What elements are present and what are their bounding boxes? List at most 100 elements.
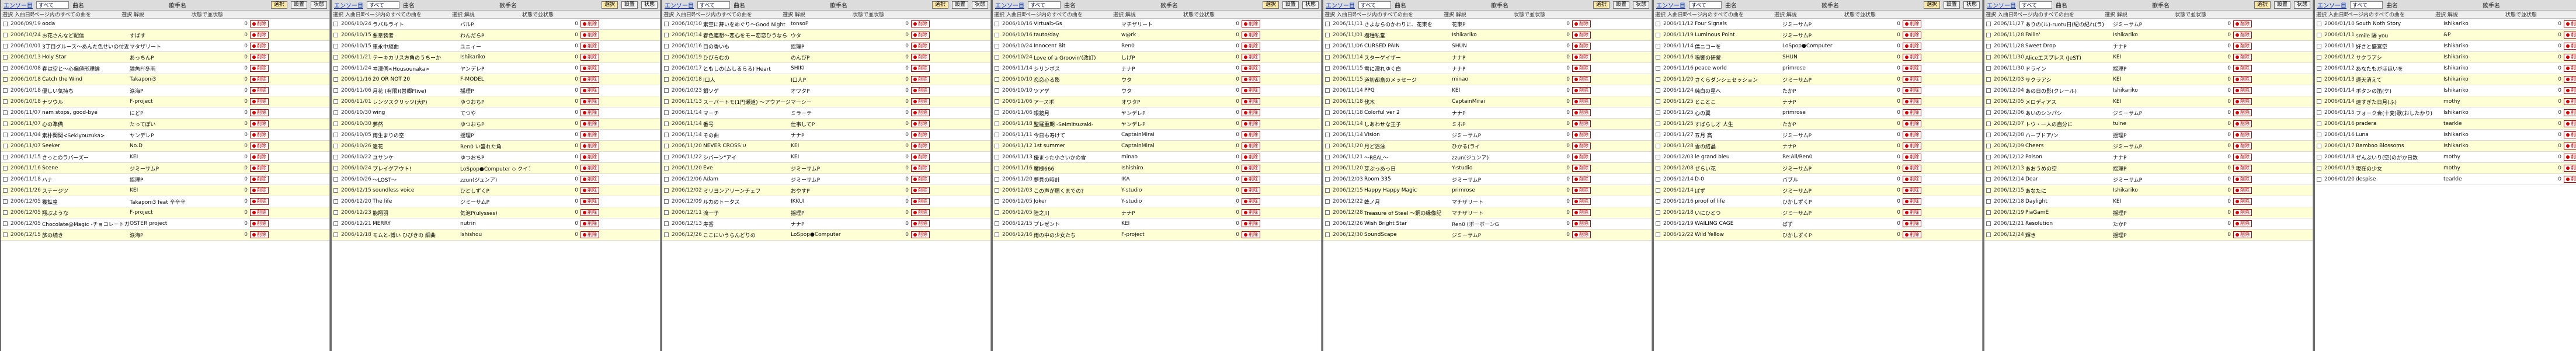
table-row[interactable]: 2006/12/18 Daylight KEI 0 削除 bbox=[1984, 196, 2313, 207]
column-count[interactable]: 状態で並び変え bbox=[2505, 11, 2526, 18]
delete-button[interactable]: 削除 bbox=[250, 76, 269, 83]
table-row[interactable]: 2006/12/04 あの日の影(クレール) Ishikariko 0 削除 bbox=[1984, 85, 2313, 96]
checkbox-icon[interactable] bbox=[1325, 177, 1330, 182]
column-artist[interactable]: 選択 解説 bbox=[783, 11, 853, 18]
delete-button[interactable]: 削除 bbox=[580, 131, 599, 138]
row-title[interactable]: 道初都鳥のメッセージ bbox=[1364, 76, 1452, 84]
delete-button[interactable]: 削除 bbox=[1903, 220, 1921, 227]
delete-button[interactable]: 削除 bbox=[580, 65, 599, 72]
table-row[interactable]: 2006/12/15 プレゼント KEI 0 削除 bbox=[993, 218, 1321, 230]
checkbox-icon[interactable] bbox=[333, 144, 338, 148]
table-row[interactable]: 2006/12/11 流一子 揺理P 0 削除 bbox=[662, 207, 990, 218]
delete-button[interactable]: 削除 bbox=[580, 76, 599, 83]
checkbox-icon[interactable] bbox=[995, 110, 999, 115]
checkbox-icon[interactable] bbox=[1986, 210, 1991, 215]
delete-button[interactable]: 削除 bbox=[580, 165, 599, 172]
artist-header[interactable]: 歌手名 bbox=[830, 1, 847, 9]
checkbox-icon[interactable] bbox=[3, 77, 8, 82]
send-button[interactable]: 設置 bbox=[2273, 1, 2290, 9]
filter-select[interactable]: すべて bbox=[1028, 1, 1061, 9]
delete-button[interactable]: 削除 bbox=[911, 187, 930, 194]
table-row[interactable]: 2006/11/14 シリンボス ナナP 0 削除 bbox=[993, 63, 1321, 74]
table-row[interactable]: 2006/11/27 ありの(ル)-ruotu日(紀の紀れ(ラ) ジミーサムP 0 削除 bbox=[1984, 19, 2313, 30]
table-row[interactable]: 2006/12/05 翔ぶような F-project 0 削除 bbox=[1, 207, 329, 218]
row-title[interactable]: Chocolate@Magic -チョコレートガ地帯- bbox=[42, 220, 130, 228]
delete-button[interactable]: 削除 bbox=[250, 176, 269, 183]
delete-button[interactable]: 削除 bbox=[580, 220, 599, 227]
row-title[interactable]: ボタンの笛(ケ) bbox=[2356, 87, 2443, 95]
filter-select[interactable]: すべて bbox=[36, 1, 69, 9]
row-title[interactable]: WAILING CAGE bbox=[1695, 221, 1782, 227]
checkbox-icon[interactable] bbox=[3, 177, 8, 182]
row-title[interactable]: 銀ソゲ bbox=[703, 87, 791, 95]
checkbox-icon[interactable] bbox=[1656, 33, 1660, 37]
column-title[interactable]: ページ内のすべての曲を bbox=[1687, 11, 1774, 18]
table-row[interactable]: 2006/10/22 ユサンケ ゆつおちP 0 削除 bbox=[332, 152, 660, 163]
checkbox-icon[interactable] bbox=[1656, 188, 1660, 193]
table-row[interactable]: 2006/11/24 純白の星へ たかP 0 削除 bbox=[1654, 85, 1982, 96]
table-row[interactable]: 2006/12/03 サクラアシ KEI 0 削除 bbox=[1984, 74, 2313, 85]
delete-button[interactable]: 削除 bbox=[580, 20, 599, 27]
table-row[interactable]: 2006/11/07 nam stops, good-bye にどP 0 削除 bbox=[1, 107, 329, 119]
delete-button[interactable]: 削除 bbox=[1242, 220, 1260, 227]
checkbox-icon[interactable] bbox=[1325, 221, 1330, 226]
column-date[interactable]: 選択 入曲日時 bbox=[2315, 11, 2348, 18]
delete-button[interactable]: 削除 bbox=[2564, 43, 2576, 50]
row-title[interactable]: 〜REAL〜 bbox=[1364, 154, 1452, 161]
row-title[interactable]: Happy Happy Magic bbox=[1364, 187, 1452, 193]
send-button[interactable]: 設置 bbox=[290, 1, 307, 9]
table-row[interactable]: 2006/01/12あなたもがほほいをIshikariko0削除 bbox=[2315, 63, 2576, 74]
table-row[interactable]: 2006/11/19 Luminous Point ジミーサムP 0 削除 bbox=[1654, 30, 1982, 41]
column-count[interactable]: 状態で並び変え bbox=[853, 11, 874, 18]
table-row[interactable]: 2006/11/20 月ど浴泳 ひかる(ライ 0 削除 bbox=[1323, 141, 1652, 152]
row-title[interactable]: マーチ bbox=[703, 109, 791, 117]
row-title[interactable]: レンツスクリッツ(大P) bbox=[373, 98, 460, 106]
checkbox-icon[interactable] bbox=[2317, 110, 2321, 115]
checkbox-icon[interactable] bbox=[1656, 232, 1660, 237]
table-row[interactable]: 2006/12/08 ぜらい花 ジミーサムP 0 削除 bbox=[1654, 163, 1982, 174]
checkbox-icon[interactable] bbox=[1986, 110, 1991, 115]
table-row[interactable]: 2006/10/10 恋恋心る影 ウタ 0 削除 bbox=[993, 74, 1321, 85]
delete-button[interactable]: 削除 bbox=[2233, 187, 2252, 194]
checkbox-icon[interactable] bbox=[995, 155, 999, 159]
row-title[interactable]: 蜂ノ月 bbox=[1364, 198, 1452, 206]
table-row[interactable]: 2006/01/19現在の少女mothy0削除 bbox=[2315, 163, 2576, 174]
checkbox-icon[interactable] bbox=[1325, 199, 1330, 204]
checkbox-icon[interactable] bbox=[1656, 88, 1660, 93]
row-title[interactable]: Innocent Bit bbox=[1034, 43, 1121, 49]
row-title[interactable]: smile 陽 you bbox=[2356, 32, 2443, 39]
delete-button[interactable]: 削除 bbox=[250, 65, 269, 72]
row-title[interactable]: Room 335 bbox=[1364, 176, 1452, 182]
table-row[interactable]: 2006/11/20 Eve ジミーサムP 0 削除 bbox=[662, 163, 990, 174]
table-row[interactable]: 2006/10/013丁目グルース〜あんた色せいの付近のきーマタザリート0削除 bbox=[1, 41, 329, 52]
table-row[interactable]: 2006/12/21 MERRY nutrin 0 削除 bbox=[332, 218, 660, 230]
column-artist[interactable]: 選択 解説 bbox=[1113, 11, 1183, 18]
delete-button[interactable]: 削除 bbox=[2233, 120, 2252, 127]
row-title[interactable]: 遠すぎた日月(ふ) bbox=[2356, 98, 2443, 106]
table-row[interactable]: 2006/10/05 雨生まりの空 揺理P 0 削除 bbox=[332, 130, 660, 141]
delete-button[interactable]: 削除 bbox=[250, 98, 269, 105]
table-row[interactable]: 2006/12/05Chocolate@Magic -チョコレートガ地帯-OST… bbox=[1, 218, 329, 230]
delete-button[interactable]: 削除 bbox=[250, 154, 269, 161]
delete-button[interactable]: 削除 bbox=[2564, 154, 2576, 161]
row-title[interactable]: proof of life bbox=[1695, 199, 1782, 204]
checkbox-icon[interactable] bbox=[1656, 144, 1660, 148]
table-row[interactable]: 2006/10/16 Virtual>Gs マチザリート 0 削除 bbox=[993, 19, 1321, 30]
table-row[interactable]: 2006/11/11 今日も寿けて CaptainMirai 0 削除 bbox=[993, 130, 1321, 141]
delete-button[interactable]: 削除 bbox=[911, 231, 930, 238]
checkbox-icon[interactable] bbox=[1325, 188, 1330, 193]
table-row[interactable]: 2006/12/22 Wild Yellow ひかしずくP 0 削除 bbox=[1654, 230, 1982, 241]
table-row[interactable]: 2006/12/19 PiaGamE 揺理P 0 削除 bbox=[1984, 207, 2313, 218]
delete-button[interactable]: 削除 bbox=[580, 109, 599, 116]
artist-header[interactable]: 歌手名 bbox=[499, 1, 517, 9]
status-button[interactable]: 状態 bbox=[2294, 1, 2311, 9]
row-title[interactable]: le grand bleu bbox=[1695, 154, 1782, 160]
row-title[interactable]: 夢然 bbox=[373, 120, 460, 128]
row-title[interactable]: Vision bbox=[1364, 132, 1452, 138]
row-title[interactable]: pradera bbox=[2356, 121, 2443, 127]
row-title[interactable]: 伐木 bbox=[1364, 98, 1452, 106]
row-title[interactable]: スターゲイザー bbox=[1364, 54, 1452, 61]
song-header[interactable]: 曲名 bbox=[2056, 1, 2067, 9]
delete-button[interactable]: 削除 bbox=[250, 43, 269, 50]
delete-button[interactable]: 削除 bbox=[580, 176, 599, 183]
